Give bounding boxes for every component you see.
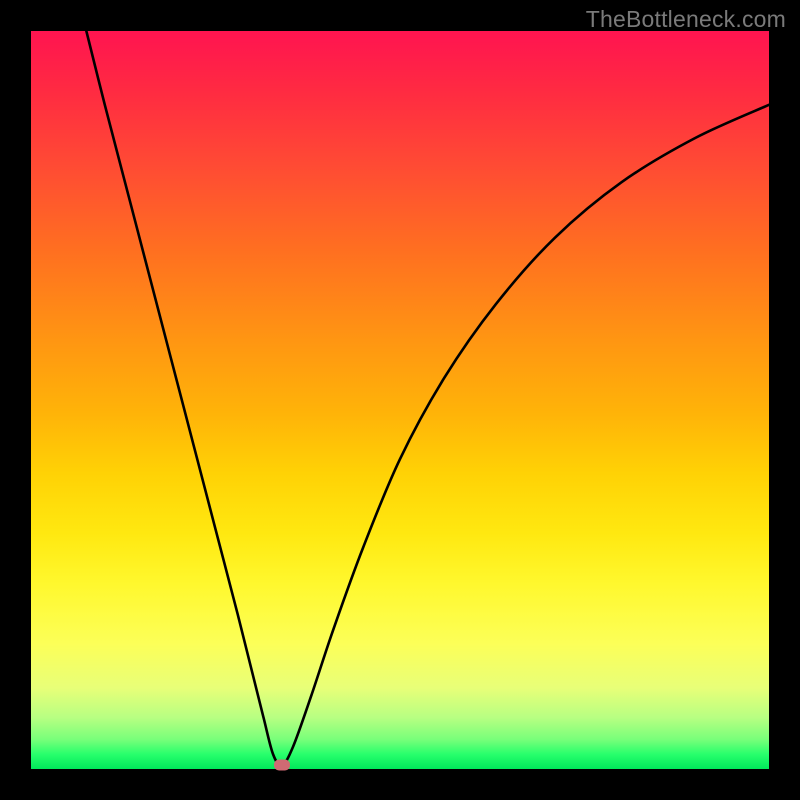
chart-frame: TheBottleneck.com [0,0,800,800]
minimum-marker [274,760,290,771]
watermark-text: TheBottleneck.com [586,6,786,33]
bottleneck-curve [31,31,769,769]
plot-area [31,31,769,769]
